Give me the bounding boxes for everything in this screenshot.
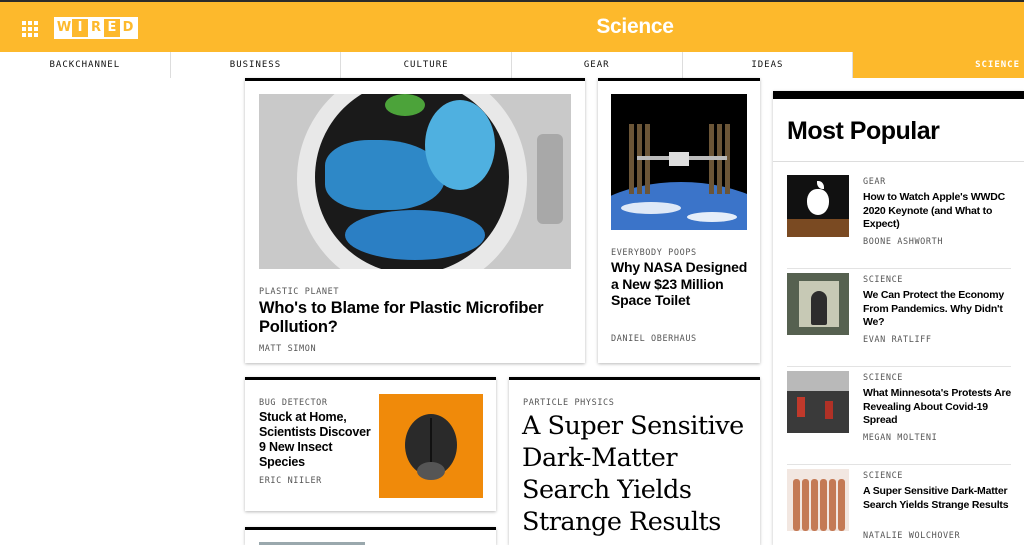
divider [773, 161, 1024, 162]
story-byline[interactable]: MATT SIMON [259, 344, 316, 354]
site-header: W I R E D Science [0, 0, 1024, 52]
most-popular-panel: Most Popular GEAR How to Watch Apple's W… [773, 91, 1024, 545]
washing-machine-image[interactable] [259, 94, 571, 269]
space-station-image[interactable] [611, 94, 747, 230]
story-headline[interactable]: A Super Sensitive Dark-Matter Search Yie… [522, 410, 756, 538]
divider [787, 464, 1011, 465]
story-card-nasa[interactable]: EVERYBODY POOPS Why NASA Designed a New … [598, 78, 760, 363]
divider [787, 366, 1011, 367]
nav-item-gear[interactable]: GEAR [511, 52, 683, 78]
grid-menu-icon[interactable] [22, 21, 38, 37]
nav-item-business[interactable]: BUSINESS [170, 52, 342, 78]
story-kicker[interactable]: EVERYBODY POOPS [611, 248, 697, 258]
popular-kicker[interactable]: SCIENCE [863, 373, 903, 383]
popular-headline[interactable]: What Minnesota's Protests Are Revealing … [863, 387, 1011, 428]
nav-item-culture[interactable]: CULTURE [341, 52, 512, 78]
nav-item-backchannel[interactable]: BACKCHANNEL [0, 52, 171, 78]
beetle-image[interactable] [379, 394, 483, 498]
popular-kicker[interactable]: GEAR [863, 177, 886, 187]
popular-headline[interactable]: How to Watch Apple's WWDC 2020 Keynote (… [863, 191, 1011, 232]
popular-headline[interactable]: A Super Sensitive Dark-Matter Search Yie… [863, 485, 1011, 512]
story-headline[interactable]: Who's to Blame for Plastic Microfiber Po… [259, 299, 575, 337]
logo-letter: D [120, 19, 136, 37]
popular-item[interactable]: GEAR How to Watch Apple's WWDC 2020 Keyn… [787, 175, 1011, 269]
wired-logo[interactable]: W I R E D [54, 17, 138, 39]
story-byline[interactable]: ERIC NIILER [259, 476, 322, 486]
logo-letter: R [88, 19, 104, 37]
story-card-bugs[interactable]: BUG DETECTOR Stuck at Home, Scientists D… [245, 377, 496, 511]
protest-crowd-thumbnail[interactable] [787, 371, 849, 433]
story-byline[interactable]: DANIEL OBERHAUS [611, 334, 697, 344]
copper-pipes-thumbnail[interactable] [787, 469, 849, 531]
popular-kicker[interactable]: SCIENCE [863, 275, 903, 285]
story-kicker[interactable]: PARTICLE PHYSICS [523, 398, 614, 408]
popular-item[interactable]: SCIENCE We Can Protect the Economy From … [787, 273, 1011, 367]
story-card-plastic[interactable]: PLASTIC PLANET Who's to Blame for Plasti… [245, 78, 585, 363]
story-kicker[interactable]: BUG DETECTOR [259, 398, 328, 408]
popular-byline[interactable]: EVAN RATLIFF [863, 335, 932, 345]
popular-kicker[interactable]: SCIENCE [863, 471, 903, 481]
apple-logo-thumbnail[interactable] [787, 175, 849, 237]
logo-letter: E [107, 20, 117, 35]
logo-letter: W [56, 19, 72, 37]
popular-byline[interactable]: MEGAN MOLTENI [863, 433, 937, 443]
popular-byline[interactable]: NATALIE WOLCHOVER [863, 531, 960, 541]
nav-item-ideas[interactable]: IDEAS [682, 52, 854, 78]
story-headline[interactable]: Why NASA Designed a New $23 Million Spac… [611, 259, 751, 309]
person-window-thumbnail[interactable] [787, 273, 849, 335]
story-headline[interactable]: Stuck at Home, Scientists Discover 9 New… [259, 410, 371, 470]
story-card-darkmatter[interactable]: PARTICLE PHYSICS A Super Sensitive Dark-… [509, 377, 760, 545]
popular-item[interactable]: SCIENCE A Super Sensitive Dark-Matter Se… [787, 469, 1011, 545]
most-popular-title: Most Popular [787, 117, 940, 145]
popular-headline[interactable]: We Can Protect the Economy From Pandemic… [863, 289, 1011, 330]
page-title: Science [596, 15, 674, 38]
popular-item[interactable]: SCIENCE What Minnesota's Protests Are Re… [787, 371, 1011, 465]
story-kicker[interactable]: PLASTIC PLANET [259, 287, 339, 297]
divider [787, 268, 1011, 269]
story-card-partial[interactable] [245, 527, 496, 545]
popular-byline[interactable]: BOONE ASHWORTH [863, 237, 943, 247]
nav-item-science[interactable]: SCIENCE [853, 52, 1024, 78]
logo-letter: I [77, 20, 83, 35]
section-nav: BACKCHANNEL BUSINESS CULTURE GEAR IDEAS … [0, 52, 1024, 78]
